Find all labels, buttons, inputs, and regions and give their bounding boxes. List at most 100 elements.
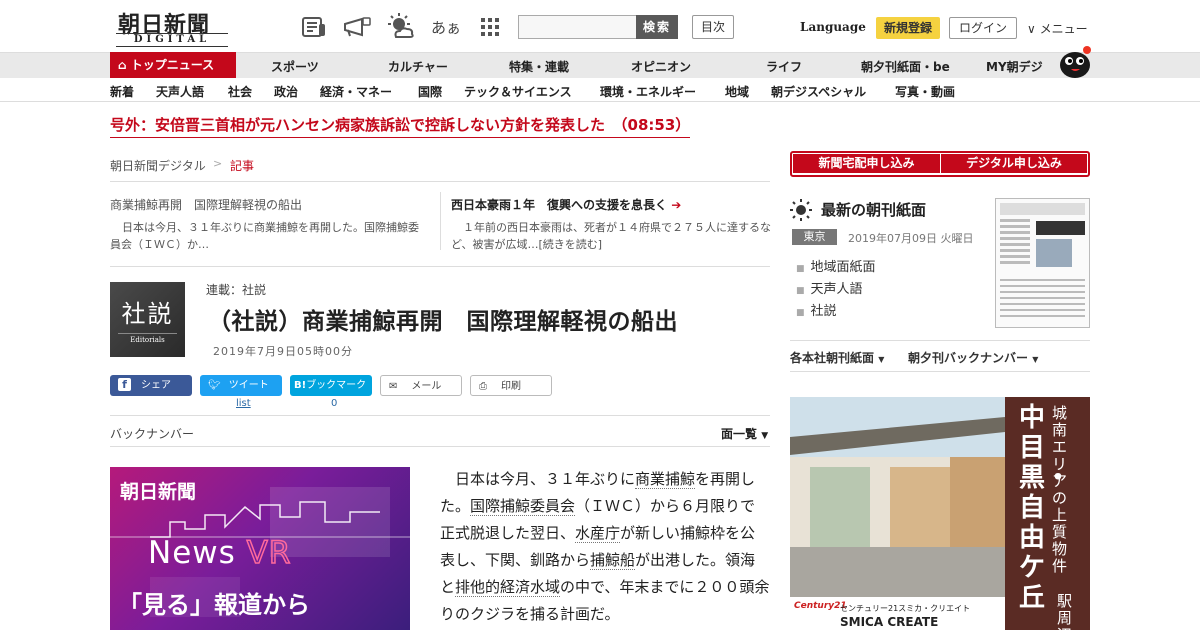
newspaper-thumbnail[interactable]	[995, 198, 1090, 328]
keyword-link[interactable]: 国際捕鯨委員会	[470, 497, 576, 516]
divider	[110, 415, 770, 416]
ad-place-sub: 駅周辺	[1057, 592, 1073, 630]
search-input[interactable]	[518, 15, 638, 39]
nav2-tech-science[interactable]: テック＆サイエンス	[464, 83, 572, 100]
news-vr-ad[interactable]: 朝日新聞 News VR 「見る」報道から	[110, 467, 410, 630]
related-text-2: １年前の西日本豪雨は、死者が１４府県で２７５人に達するなど、被害が広域…[続きを…	[451, 221, 771, 251]
subscribe-paper-button[interactable]: 新聞宅配申し込み	[793, 154, 940, 173]
mascot-icon[interactable]	[1058, 44, 1092, 78]
morning-paper-title[interactable]: 最新の朝刊紙面	[821, 199, 926, 220]
backnumber-link[interactable]: バックナンバー	[110, 425, 194, 442]
keyword-link[interactable]: 捕鯨船	[590, 551, 636, 570]
newspaper-icon[interactable]	[301, 14, 327, 40]
nav-my-asadigi[interactable]: MY朝デジ	[986, 58, 1043, 75]
search-button[interactable]: 検索	[636, 15, 678, 39]
related-title-2[interactable]: 西日本豪雨１年 復興への支援を息長く ➔	[451, 196, 681, 213]
body-text: 日本は今月、３１年ぶりに	[455, 470, 636, 488]
nav2-environment[interactable]: 環境・エネルギー	[600, 83, 696, 100]
paper-link-editorial-label: 社説	[810, 304, 837, 319]
chevron-down-icon: ∨	[1027, 22, 1036, 36]
mail-share-button[interactable]: ✉ メール	[380, 375, 462, 396]
register-button[interactable]: 新規登録	[876, 17, 940, 39]
related-title-2-label: 西日本豪雨１年 復興への支援を息長く	[451, 198, 668, 212]
paper-link-editorial[interactable]: ■ 社説	[796, 300, 837, 319]
nav2-politics[interactable]: 政治	[274, 83, 298, 100]
nav-features[interactable]: 特集・連載	[509, 58, 569, 75]
bullet-icon: ■	[796, 264, 805, 274]
keyword-link[interactable]: 水産庁	[575, 524, 621, 543]
mail-share-label: メール	[411, 381, 442, 392]
publish-date: 2019年7月9日05時00分	[213, 345, 353, 358]
hatena-bookmark-button[interactable]: B!ブックマーク	[290, 375, 372, 396]
nav-top-news[interactable]: ⌂ トップニュース	[110, 52, 236, 78]
nav2-photo-video[interactable]: 写真・動画	[895, 83, 955, 100]
nav2-latest[interactable]: 新着	[110, 83, 134, 100]
language-link[interactable]: Language	[800, 20, 866, 34]
twitter-share-button[interactable]: 🐦︎ ツイート	[200, 375, 282, 396]
mail-icon: ✉	[389, 381, 398, 392]
nav2-region[interactable]: 地域	[725, 83, 749, 100]
print-button[interactable]: ⎙ 印刷	[470, 375, 552, 396]
breadcrumb-separator: >	[213, 157, 223, 170]
page-list-label: 面一覧	[721, 427, 758, 441]
breaking-news-link[interactable]: 号外：安倍晋三首相が元ハンセン病家族訴訟で控訴しない方針を発表した （08:53…	[110, 114, 691, 138]
nav-opinion[interactable]: オピニオン	[631, 58, 691, 75]
house-photo	[790, 397, 1005, 630]
caret-down-icon: ▼	[761, 431, 769, 441]
hatena-icon: B!	[294, 380, 307, 391]
nav2-tenseijingo[interactable]: 天声人語	[156, 83, 204, 100]
breadcrumb-current: 記事	[230, 159, 255, 173]
hatena-bookmark-count: 0	[331, 398, 338, 409]
nav2-economy[interactable]: 経済・マネー	[320, 83, 392, 100]
vr-ad-title-vr: VR	[246, 534, 292, 572]
nav-paper-be[interactable]: 朝夕刊紙面・be	[861, 58, 950, 75]
nav-culture[interactable]: カルチャー	[388, 58, 448, 75]
breadcrumb-home[interactable]: 朝日新聞デジタル	[110, 157, 206, 174]
nav-sports[interactable]: スポーツ	[271, 58, 319, 75]
page-list-dropdown[interactable]: 面一覧 ▼	[721, 425, 768, 442]
nav-top-news-label: トップニュース	[130, 58, 215, 72]
nav2-society[interactable]: 社会	[228, 83, 252, 100]
century21-logo: Century21	[794, 601, 847, 611]
arrow-right-icon: ➔	[671, 198, 682, 212]
paper-link-regional[interactable]: ■ 地域面紙面	[796, 256, 876, 275]
nav2-special[interactable]: 朝デジスペシャル	[771, 83, 866, 100]
index-button[interactable]: 目次	[692, 15, 734, 39]
menu-label: メニュー	[1039, 22, 1088, 36]
vr-ad-title: News VR	[148, 534, 292, 572]
real-estate-ad[interactable]: Century21 センチュリー21スミカ・クリエイト SMICA CREATE…	[790, 397, 1090, 630]
ad-company-jp: センチュリー21スミカ・クリエイト	[840, 604, 971, 613]
related-title-1[interactable]: 商業捕鯨再開 国際理解軽視の船出	[110, 196, 302, 213]
regional-paper-dropdown-label: 各本社朝刊紙面	[790, 351, 875, 365]
newspaper-front-page-graphic	[1000, 203, 1085, 317]
paper-link-tenseijingo[interactable]: ■ 天声人語	[796, 278, 863, 297]
vr-ad-brand: 朝日新聞	[120, 481, 197, 503]
series-label[interactable]: 連載：社説	[206, 281, 266, 298]
subscribe-digital-button[interactable]: デジタル申し込み	[941, 154, 1087, 173]
article-body: 日本は今月、３１年ぶりに商業捕鯨を再開した。国際捕鯨委員会（ＩＷＣ）から６月限り…	[440, 466, 770, 628]
facebook-share-button[interactable]: f シェア	[110, 375, 192, 396]
menu-button[interactable]: ∨ メニュー	[1027, 20, 1088, 37]
login-button[interactable]: ログイン	[949, 17, 1017, 39]
paper-link-tenseijingo-label: 天声人語	[810, 282, 863, 297]
megaphone-icon[interactable]	[342, 14, 372, 40]
facebook-share-label: シェア	[141, 380, 171, 391]
print-label: 印刷	[501, 381, 521, 392]
keyword-link[interactable]: 排他的経済水域	[455, 578, 561, 597]
twitter-list-link[interactable]: list	[236, 398, 251, 409]
page-title: （社説）商業捕鯨再開 国際理解軽視の船出	[208, 309, 678, 335]
paper-date: 2019年07月09日 火曜日	[848, 232, 974, 245]
ad-place: 中目黒・自由ケ丘	[1019, 403, 1072, 613]
grid-icon[interactable]	[477, 14, 503, 40]
regional-paper-dropdown[interactable]: 各本社朝刊紙面 ▼	[790, 349, 884, 366]
paper-backnumber-dropdown[interactable]: 朝夕刊バックナンバー ▼	[908, 349, 1038, 366]
twitter-share-label: ツイート	[228, 380, 269, 391]
weather-icon[interactable]	[386, 13, 416, 40]
font-size-icon[interactable]: あぁ	[431, 14, 461, 40]
twitter-icon: 🐦︎	[208, 380, 221, 391]
site-logo-sub[interactable]: DIGITAL	[116, 33, 228, 47]
hatena-bookmark-label: ブックマーク	[306, 380, 367, 391]
nav2-international[interactable]: 国際	[418, 83, 442, 100]
keyword-link[interactable]: 商業捕鯨	[635, 470, 696, 489]
nav-life[interactable]: ライフ	[766, 58, 802, 75]
